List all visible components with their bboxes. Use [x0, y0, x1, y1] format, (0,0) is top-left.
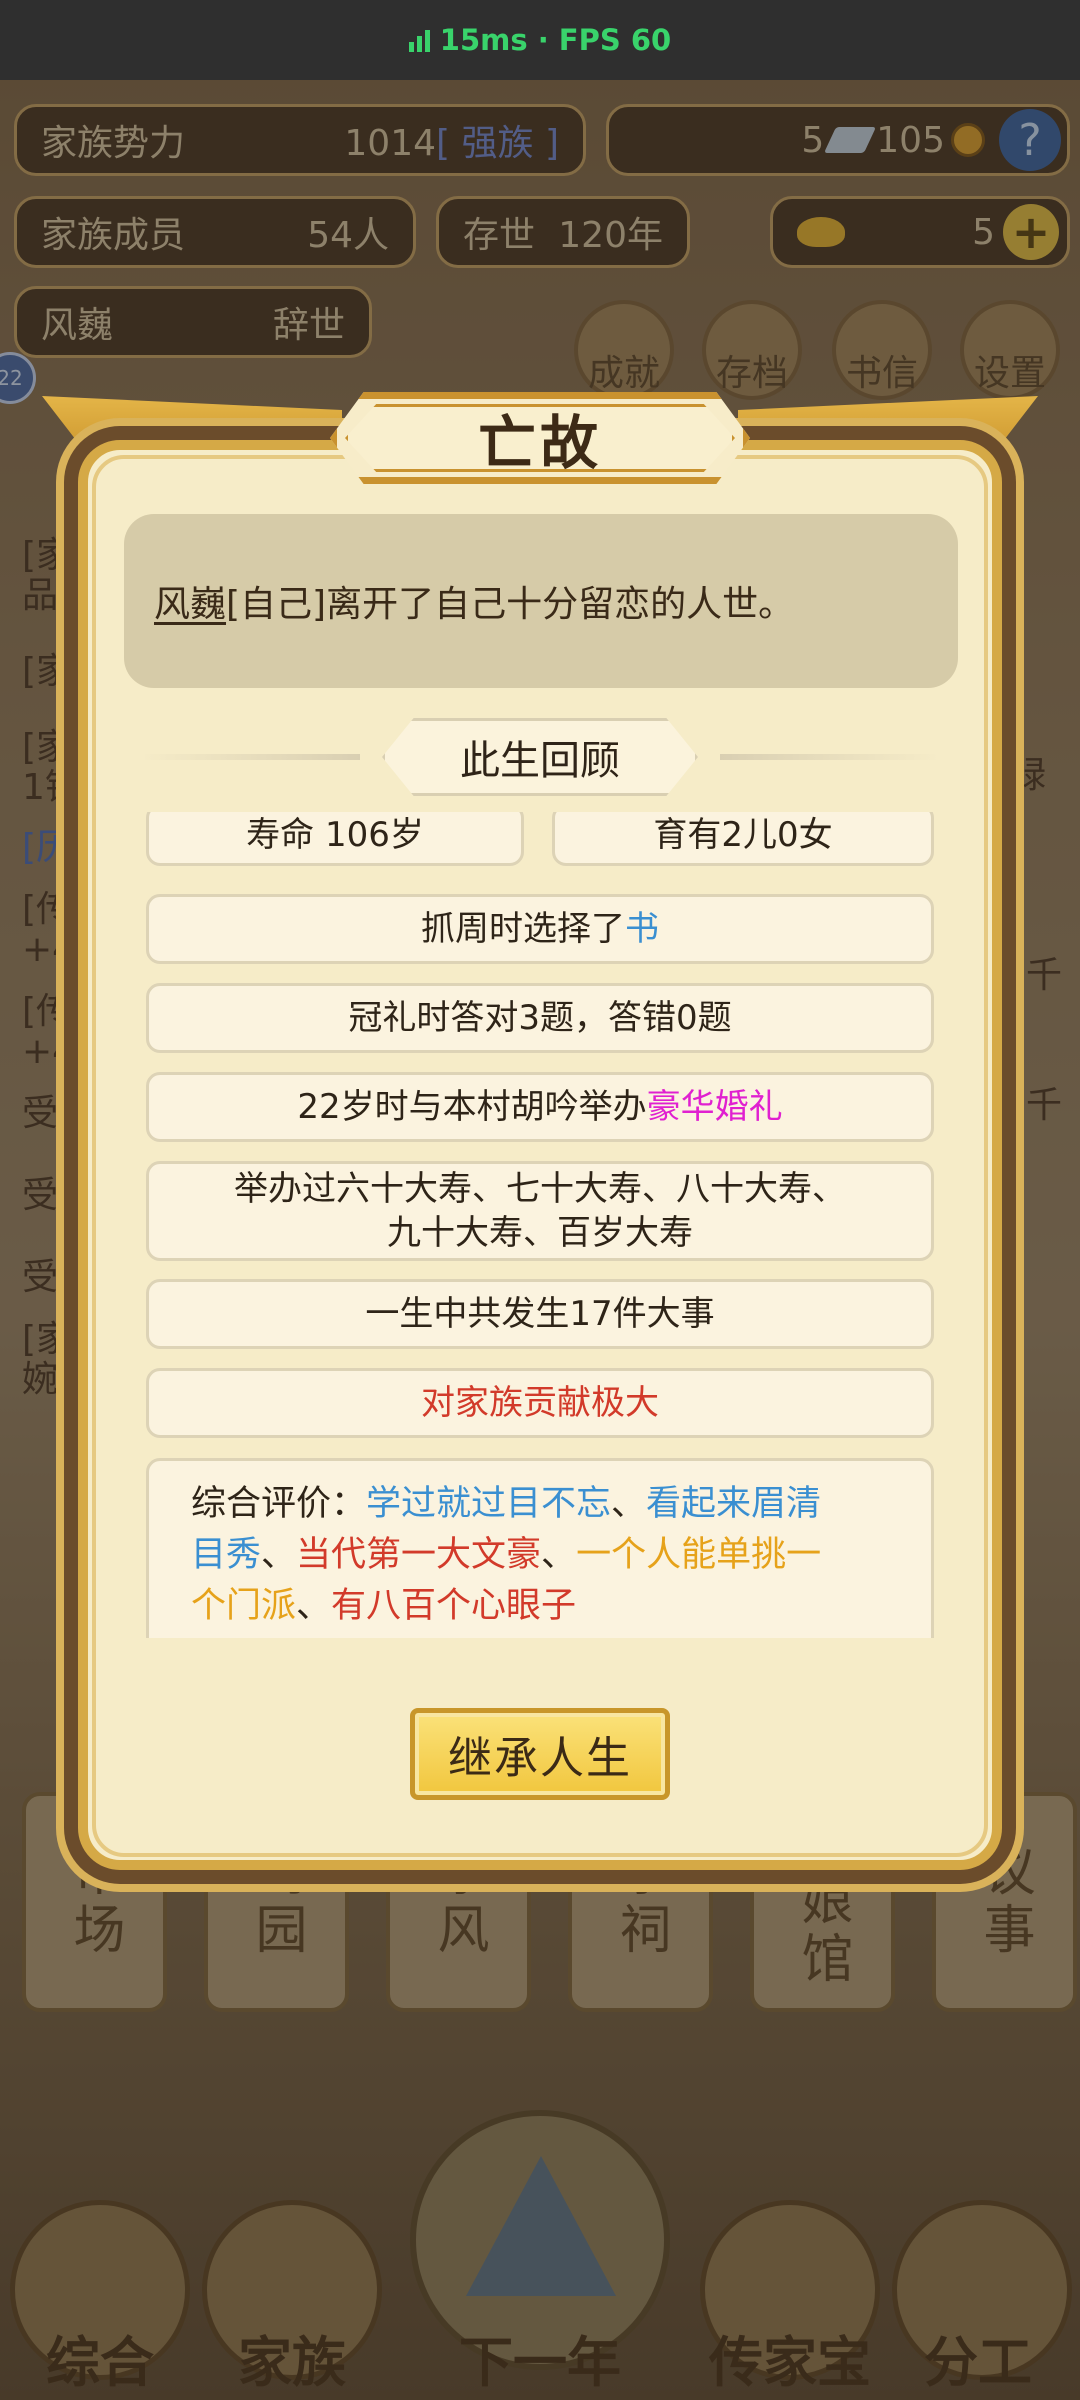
- zhuazhou-item: 书: [625, 909, 659, 949]
- birthdays-record: 举办过六十大寿、七十大寿、八十大寿、 九十大寿、百岁大寿: [146, 1161, 934, 1261]
- inherit-life-button[interactable]: 继承人生: [410, 1708, 670, 1800]
- message-name[interactable]: 风巍: [154, 575, 226, 627]
- eval-trait: 目秀: [191, 1535, 262, 1575]
- overall-evaluation: 综合评价：学过就过目不忘、看起来眉清 目秀、当代第一大文豪、一个人能单挑一 个门…: [146, 1458, 934, 1658]
- zhuazhou-text: 抓周时选择了: [421, 909, 625, 949]
- signal-icon: [408, 28, 430, 52]
- zhuazhou-record: 抓周时选择了书: [146, 894, 934, 964]
- events-record: 一生中共发生17件大事: [146, 1279, 934, 1349]
- eval-trait: 当代第一大文豪: [296, 1535, 542, 1575]
- eval-sep: 、: [611, 1484, 647, 1524]
- section-title: 此生回顾: [382, 718, 698, 796]
- eval-label: 综合评价：: [191, 1484, 367, 1524]
- dialog-title: 亡故: [477, 409, 602, 477]
- ping-fps-text: 15ms · FPS 60: [439, 23, 672, 57]
- guanli-record: 冠礼时答对3题，答错0题: [146, 983, 934, 1053]
- eval-sep: 、: [261, 1535, 297, 1575]
- birthdays-line: 九十大寿、百岁大寿: [387, 1213, 693, 1253]
- eval-trait: 一个人能单挑一: [576, 1535, 822, 1575]
- eval-sep: 、: [296, 1586, 332, 1626]
- wedding-record: 22岁时与本村胡吟举办 豪华婚礼: [146, 1072, 934, 1142]
- eval-sep: 、: [541, 1535, 577, 1575]
- death-message: 风巍 [自己]离开了自己十分留恋的人世。: [124, 514, 958, 688]
- divider-right: [720, 754, 940, 760]
- wedding-type: 豪华婚礼: [646, 1087, 783, 1127]
- eval-trait: 个门派: [191, 1586, 297, 1626]
- wedding-text: 22岁时与本村胡吟举办: [297, 1087, 647, 1127]
- children-stat: 育有2儿0女: [552, 812, 934, 866]
- contribution-record: 对家族贡献极大: [146, 1368, 934, 1438]
- birthdays-line: 举办过六十大寿、七十大寿、八十大寿、: [234, 1169, 846, 1209]
- lifespan-stat: 寿命 106岁: [146, 812, 524, 866]
- list-clip-mask: [140, 1638, 940, 1678]
- divider-left: [140, 754, 360, 760]
- message-text: [自己]离开了自己十分留恋的人世。: [226, 584, 795, 625]
- eval-trait: 有八百个心眼子: [331, 1586, 577, 1626]
- status-bar: 15ms · FPS 60: [0, 0, 1080, 80]
- eval-trait: 看起来眉清: [646, 1484, 822, 1524]
- eval-trait: 学过就过目不忘: [366, 1484, 612, 1524]
